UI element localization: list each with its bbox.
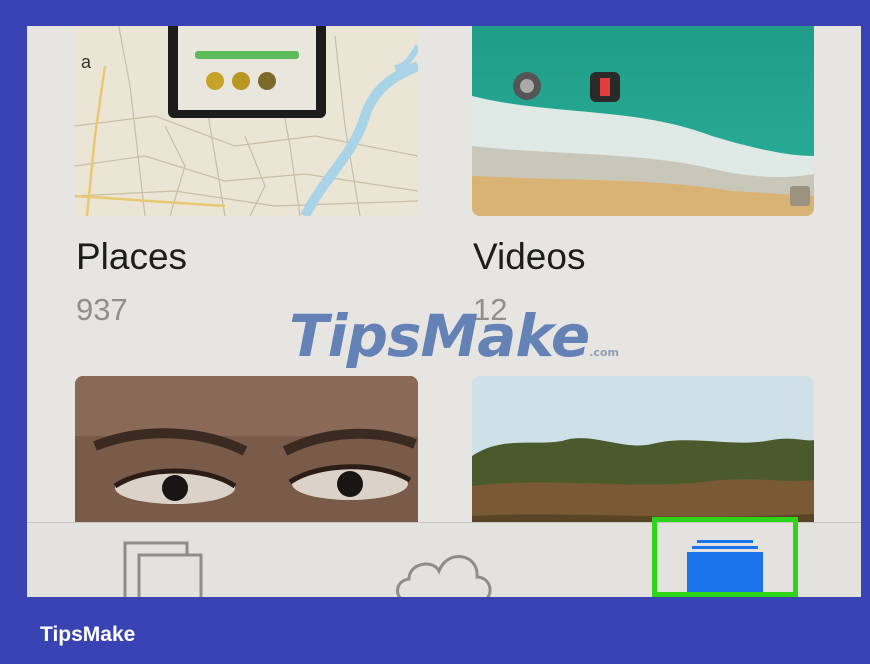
watermark: TipsMake.com: [289, 302, 619, 370]
brand-label: TipsMake: [40, 623, 136, 646]
album-title: Videos: [473, 236, 586, 277]
beach-image: [472, 26, 814, 216]
people-thumbnail[interactable]: [75, 376, 418, 546]
map-image: [75, 26, 418, 216]
watermark-suffix: .com: [589, 346, 619, 359]
highlight-box: [652, 517, 798, 597]
videos-thumbnail[interactable]: [472, 26, 814, 216]
face-image: [75, 376, 418, 546]
photos-icon: [123, 541, 203, 597]
tab-shared[interactable]: [367, 523, 527, 597]
places-thumbnail[interactable]: a: [75, 26, 418, 216]
tab-photos[interactable]: [87, 523, 247, 597]
album-title: Places: [76, 236, 188, 277]
map-label: a: [81, 52, 92, 72]
photos-app-screen: a Places 937 Videos 12 TipsMake.com: [27, 26, 861, 597]
watermark-text: TipsMake: [289, 302, 590, 370]
cloud-icon: [396, 555, 492, 597]
album-count: 937: [76, 292, 128, 327]
